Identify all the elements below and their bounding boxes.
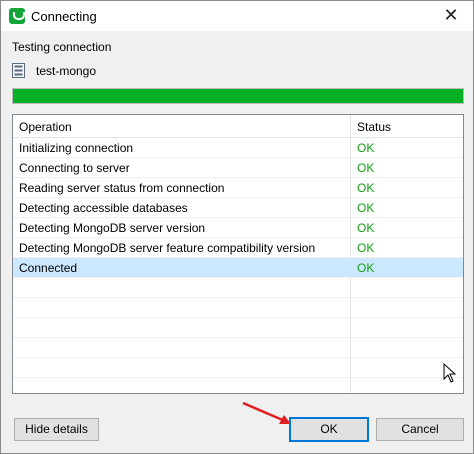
operation-cell: Detecting MongoDB server feature compati… <box>19 241 316 255</box>
close-icon[interactable]: ✕ <box>441 5 461 26</box>
status-cell: OK <box>357 161 375 175</box>
empty-row <box>13 278 463 298</box>
empty-row <box>13 318 463 338</box>
operation-cell: Detecting MongoDB server version <box>19 221 206 235</box>
table-row[interactable]: Detecting MongoDB server version OK <box>13 218 463 238</box>
status-cell: OK <box>357 181 375 195</box>
operations-table[interactable]: Operation Status Initializing connection… <box>12 114 464 394</box>
window-title: Connecting <box>31 9 97 24</box>
database-icon <box>12 63 25 78</box>
progress-bar <box>12 88 464 104</box>
operation-cell: Initializing connection <box>19 141 134 155</box>
status-cell: OK <box>357 221 375 235</box>
app-logo-icon <box>9 8 25 24</box>
table-row[interactable]: Detecting accessible databases OK <box>13 198 463 218</box>
empty-row <box>13 298 463 318</box>
status-cell: OK <box>357 201 375 215</box>
status-cell: OK <box>357 141 375 155</box>
status-cell: OK <box>357 261 375 275</box>
title-bar: Connecting ✕ <box>1 1 473 31</box>
table-header: Operation Status <box>13 115 463 138</box>
empty-row <box>13 378 463 393</box>
table-row[interactable]: Initializing connection OK <box>13 138 463 158</box>
operation-cell: Connecting to server <box>19 161 130 175</box>
mouse-cursor-icon <box>443 363 457 383</box>
empty-row <box>13 358 463 378</box>
red-arrow-annotation <box>242 401 291 424</box>
operation-cell: Reading server status from connection <box>19 181 225 195</box>
hide-details-button[interactable]: Hide details <box>14 418 99 441</box>
progress-fill <box>13 89 463 103</box>
table-row[interactable]: Connected OK <box>13 258 463 278</box>
table-row[interactable]: Connecting to server OK <box>13 158 463 178</box>
connection-name: test-mongo <box>36 64 97 78</box>
status-label: Testing connection <box>12 40 112 54</box>
table-row[interactable]: Detecting MongoDB server feature compati… <box>13 238 463 258</box>
ok-button[interactable]: OK <box>289 417 369 442</box>
status-cell: OK <box>357 241 375 255</box>
column-header-operation[interactable]: Operation <box>19 120 72 134</box>
table-body: Initializing connection OK Connecting to s… <box>13 138 463 393</box>
operation-cell: Detecting accessible databases <box>19 201 188 215</box>
column-header-status[interactable]: Status <box>357 120 391 134</box>
connecting-dialog: Connecting ✕ Testing connection test-mon… <box>0 0 474 454</box>
cancel-button[interactable]: Cancel <box>376 418 464 441</box>
operation-cell: Connected <box>19 261 78 275</box>
empty-row <box>13 338 463 358</box>
table-row[interactable]: Reading server status from connection OK <box>13 178 463 198</box>
